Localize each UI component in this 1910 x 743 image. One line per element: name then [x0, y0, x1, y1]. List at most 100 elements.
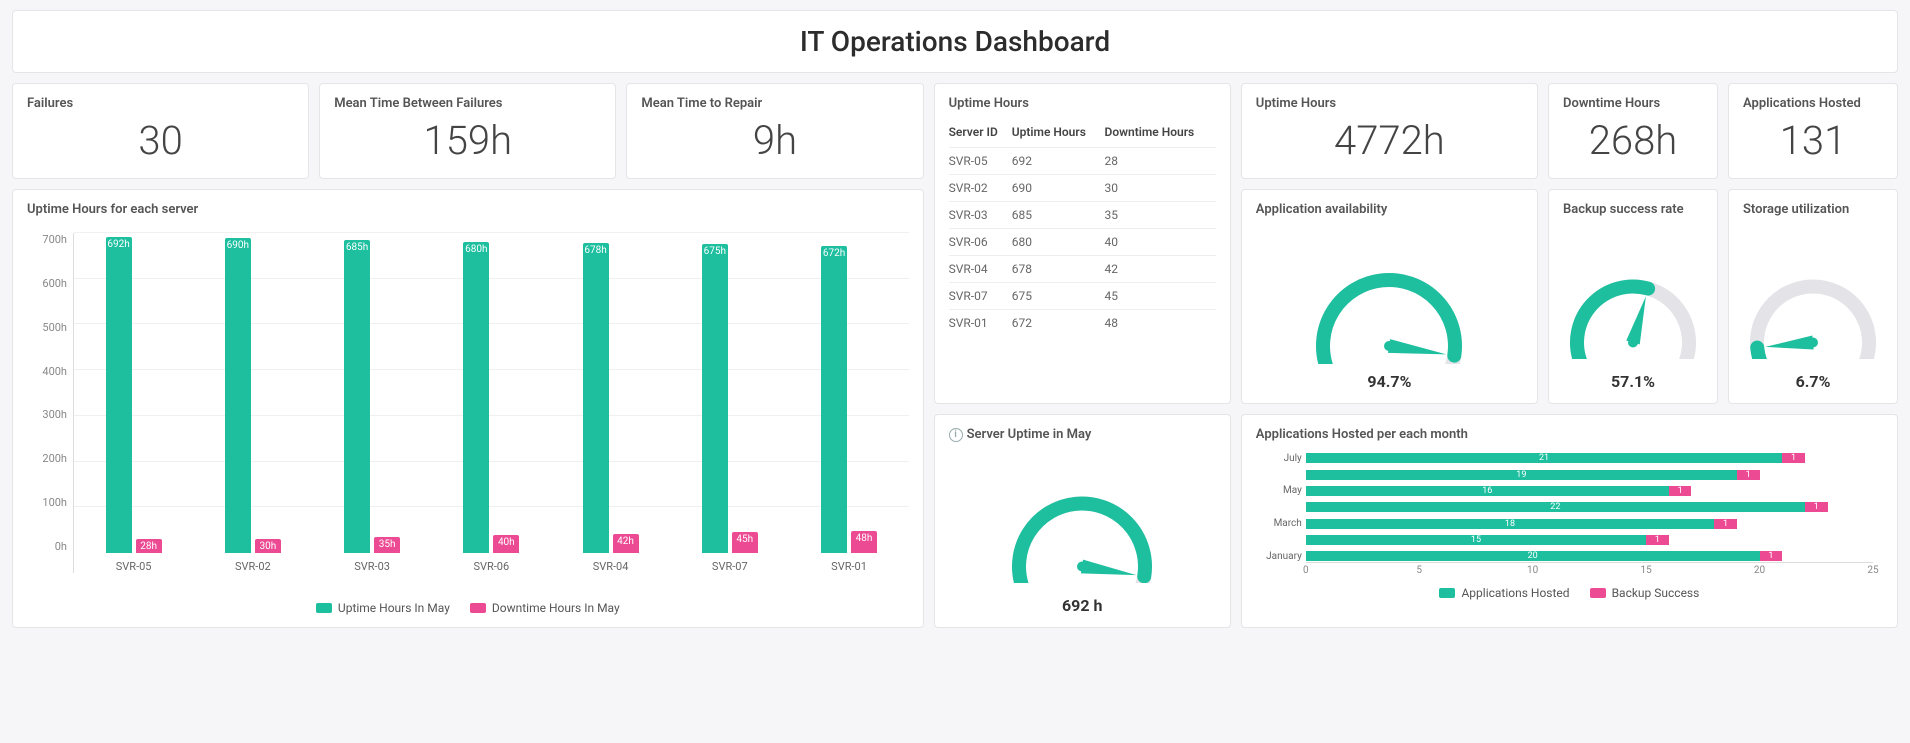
bar-x-label: SVR-05	[74, 560, 193, 573]
hbar-row: January 20 1	[1306, 550, 1873, 562]
th-uptime: Uptime Hours	[1012, 117, 1105, 148]
bar-downtime: 30h	[255, 539, 281, 553]
bar-group: 680h 40h SVR-06	[432, 233, 551, 553]
gauge-storage-title: Storage utilization	[1743, 202, 1883, 217]
legend-apps-hosted: Applications Hosted	[1439, 586, 1569, 600]
info-icon[interactable]: i	[949, 428, 963, 442]
hbar-apps: 18	[1306, 519, 1714, 529]
uptime-bar-chart: 700h600h500h400h300h200h100h0h 692h 28h …	[27, 233, 909, 573]
hbar-backup: 1	[1805, 502, 1828, 512]
uptime-table-title: Uptime Hours	[949, 96, 1216, 111]
hbar-apps: 20	[1306, 551, 1760, 561]
table-row: SVR-0569228	[949, 148, 1216, 175]
bar-plot-area: 692h 28h SVR-05 690h 30h SVR-02 685h 35h…	[73, 233, 909, 573]
gauge-server-uptime-title: iServer Uptime in May	[949, 427, 1216, 442]
apps-hosted-chart-card: Applications Hosted per each month July …	[1241, 414, 1898, 628]
bar-uptime: 690h	[225, 238, 251, 553]
bar-downtime: 35h	[374, 537, 400, 553]
bar-uptime: 672h	[821, 246, 847, 553]
kpi-mttr-card: Mean Time to Repair 9h	[626, 83, 923, 179]
hbar-backup: 1	[1782, 453, 1805, 463]
bar-uptime: 685h	[344, 240, 370, 553]
hbar-row: 19 1	[1306, 469, 1873, 481]
bar-group: 690h 30h SVR-02	[193, 233, 312, 553]
hbar-backup: 1	[1669, 486, 1692, 496]
gauge-app-avail-value: 94.7%	[1256, 372, 1523, 391]
swatch-pink-icon	[470, 603, 486, 613]
uptime-table: Server ID Uptime Hours Downtime Hours SV…	[949, 117, 1216, 336]
apps-hosted-chart-title: Applications Hosted per each month	[1256, 427, 1883, 442]
bar-uptime: 675h	[702, 244, 728, 553]
gauge-server-uptime-icon	[1002, 473, 1162, 583]
bar-group: 692h 28h SVR-05	[74, 233, 193, 553]
legend-uptime: Uptime Hours In May	[316, 601, 450, 615]
gauge-storage-icon	[1743, 249, 1883, 359]
bar-group: 672h 48h SVR-01	[789, 233, 908, 553]
uptime-table-card: Uptime Hours Server ID Uptime Hours Down…	[934, 83, 1231, 404]
kpi-mttr-label: Mean Time to Repair	[641, 96, 908, 111]
kpi-uptime-label: Uptime Hours	[1256, 96, 1523, 111]
gauge-backup-icon	[1563, 249, 1703, 359]
hbar-legend: Applications Hosted Backup Success	[1256, 586, 1883, 600]
hbar-apps: 15	[1306, 535, 1646, 545]
hbar-row: March 18 1	[1306, 518, 1873, 530]
uptime-bar-chart-card: Uptime Hours for each server 700h600h500…	[12, 189, 924, 628]
table-row: SVR-0767545	[949, 283, 1216, 310]
table-row: SVR-0467842	[949, 256, 1216, 283]
hbar-row: May 16 1	[1306, 485, 1873, 497]
hbar-x-axis: 0510152025	[1306, 562, 1873, 580]
kpi-mtbf-label: Mean Time Between Failures	[334, 96, 601, 111]
gauge-backup-title: Backup success rate	[1563, 202, 1703, 217]
hbar-apps: 19	[1306, 470, 1737, 480]
gauge-app-avail-icon	[1309, 244, 1469, 364]
bar-group: 678h 42h SVR-04	[551, 233, 670, 553]
bar-x-label: SVR-02	[193, 560, 312, 573]
hbar-row: 22 1	[1306, 501, 1873, 513]
bar-x-label: SVR-06	[432, 560, 551, 573]
table-row: SVR-0269030	[949, 175, 1216, 202]
kpi-mttr-value: 9h	[641, 111, 908, 166]
th-downtime: Downtime Hours	[1105, 117, 1216, 148]
hbar-backup: 1	[1714, 519, 1737, 529]
hbar-apps: 21	[1306, 453, 1782, 463]
hbar-backup: 1	[1646, 535, 1669, 545]
kpi-downtime-label: Downtime Hours	[1563, 96, 1703, 111]
bar-downtime: 28h	[136, 539, 162, 553]
bar-x-label: SVR-07	[670, 560, 789, 573]
bar-legend: Uptime Hours In May Downtime Hours In Ma…	[27, 601, 909, 615]
swatch-green-icon	[316, 603, 332, 613]
bar-group: 675h 45h SVR-07	[670, 233, 789, 553]
hbar-row: 15 1	[1306, 534, 1873, 546]
bar-x-label: SVR-03	[312, 560, 431, 573]
apps-hosted-chart: July 21 1 19 1May 16 1 22 1March 18 1 15…	[1256, 452, 1883, 562]
bar-downtime: 48h	[851, 531, 877, 553]
bar-y-axis: 700h600h500h400h300h200h100h0h	[27, 233, 73, 573]
swatch-pink-icon	[1590, 588, 1606, 598]
bar-uptime: 678h	[583, 243, 609, 553]
hbar-row: July 21 1	[1306, 452, 1873, 464]
th-server: Server ID	[949, 117, 1012, 148]
bar-x-label: SVR-04	[551, 560, 670, 573]
kpi-apps-value: 131	[1743, 111, 1883, 166]
bar-downtime: 45h	[732, 532, 758, 553]
kpi-downtime-card: Downtime Hours 268h	[1548, 83, 1718, 179]
bar-uptime: 692h	[106, 237, 132, 553]
kpi-uptime-value: 4772h	[1256, 111, 1523, 166]
kpi-failures-card: Failures 30	[12, 83, 309, 179]
page-title: IT Operations Dashboard	[27, 25, 1883, 58]
bar-uptime: 680h	[463, 242, 489, 553]
table-row: SVR-0167248	[949, 310, 1216, 337]
gauge-storage-value: 6.7%	[1743, 372, 1883, 391]
gauge-backup-value: 57.1%	[1563, 372, 1703, 391]
table-row: SVR-0368535	[949, 202, 1216, 229]
kpi-failures-value: 30	[27, 111, 294, 166]
gauge-backup-card: Backup success rate 57.1%	[1548, 189, 1718, 404]
table-row: SVR-0668040	[949, 229, 1216, 256]
hbar-apps: 22	[1306, 502, 1805, 512]
hbar-apps: 16	[1306, 486, 1669, 496]
bar-downtime: 40h	[493, 535, 519, 553]
hbar-backup: 1	[1737, 470, 1760, 480]
kpi-apps-card: Applications Hosted 131	[1728, 83, 1898, 179]
uptime-bar-chart-title: Uptime Hours for each server	[27, 202, 909, 217]
kpi-failures-label: Failures	[27, 96, 294, 111]
